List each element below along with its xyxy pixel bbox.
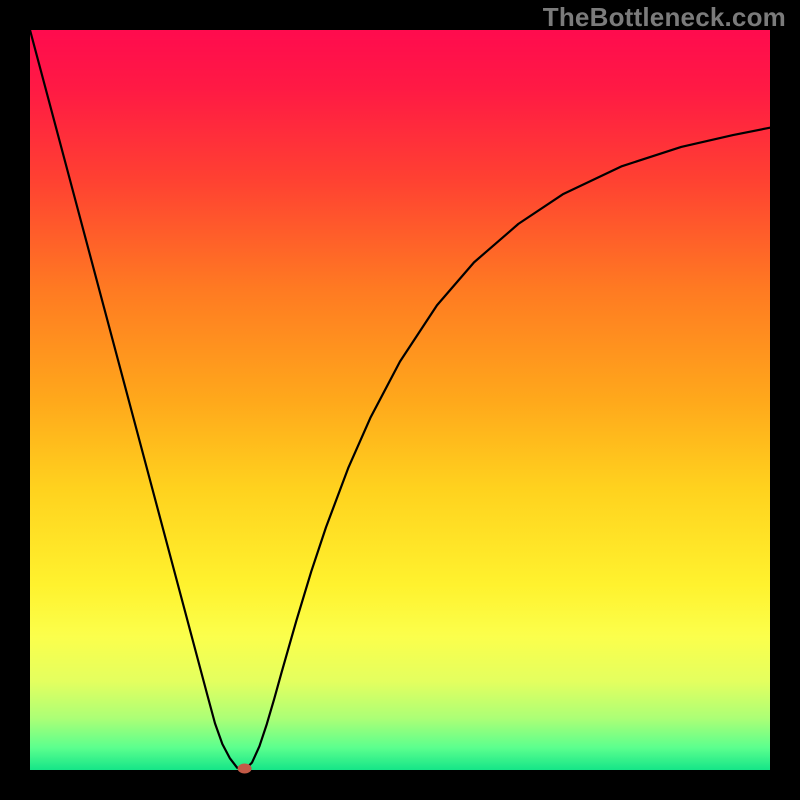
plot-background <box>30 30 770 770</box>
optimal-point-marker <box>238 764 252 774</box>
chart-frame: TheBottleneck.com <box>0 0 800 800</box>
bottleneck-chart <box>0 0 800 800</box>
